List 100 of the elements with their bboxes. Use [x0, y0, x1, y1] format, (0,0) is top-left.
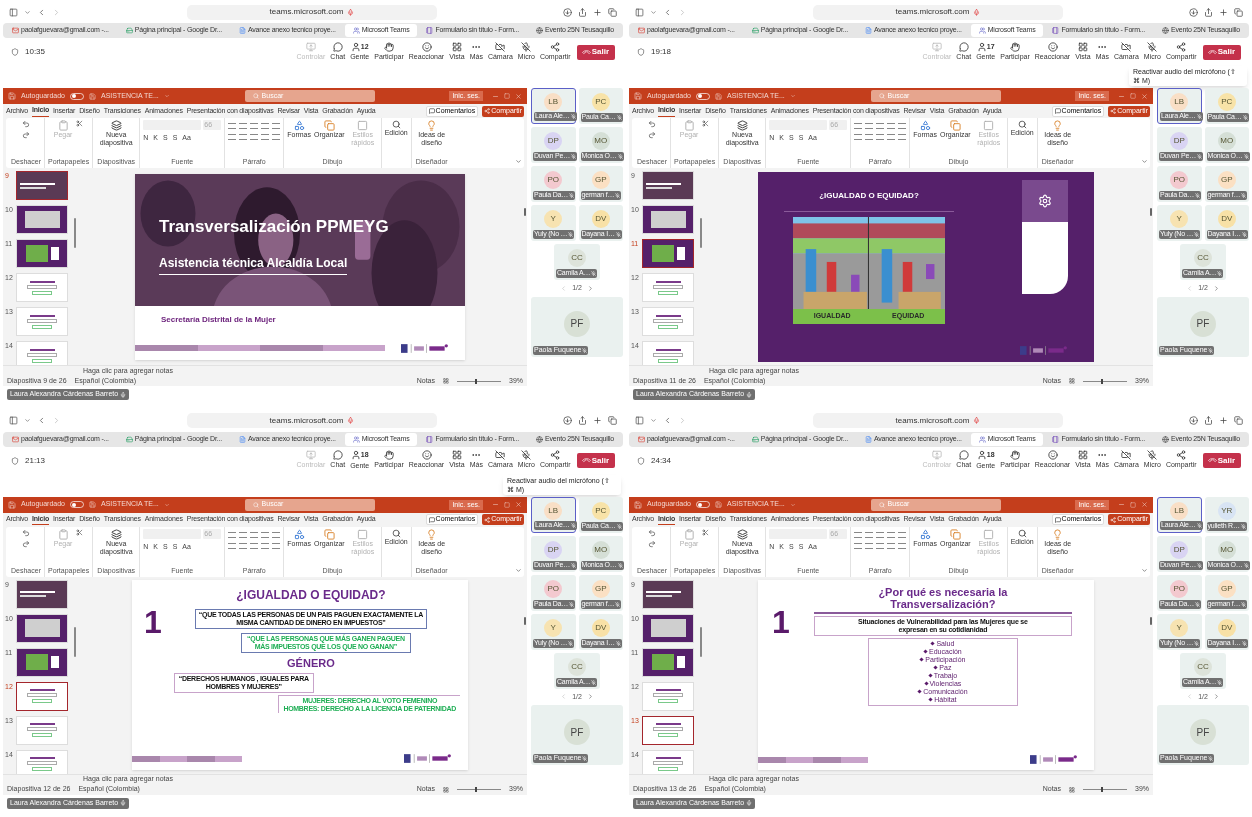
avatar: DV: [591, 618, 610, 637]
chevron-down-icon[interactable]: [24, 417, 31, 424]
leave-button[interactable]: Salir: [576, 453, 615, 468]
download-icon[interactable]: [563, 7, 572, 17]
share-icon[interactable]: [1204, 416, 1213, 425]
zoom-slider-thumb[interactable]: [1100, 378, 1103, 384]
redo-icon[interactable]: [648, 131, 656, 139]
normal-view-icon[interactable]: [1069, 786, 1075, 793]
microphone-icon: [347, 417, 355, 424]
scrollbar-thumb[interactable]: [700, 218, 702, 248]
back-icon[interactable]: [663, 7, 672, 17]
sidebar-icon[interactable]: [9, 416, 18, 425]
slide-thumbnail[interactable]: [16, 681, 68, 711]
scrollbar-thumb[interactable]: [700, 626, 702, 657]
close-icon[interactable]: [1141, 92, 1148, 100]
back-icon[interactable]: [37, 416, 46, 425]
collapse-icon[interactable]: [515, 566, 522, 574]
normal-view-icon[interactable]: [443, 378, 449, 384]
undo-icon[interactable]: [22, 120, 30, 128]
clipboard-icon: [683, 528, 695, 540]
mic-off-icon: [1196, 154, 1202, 159]
chevron-down-icon[interactable]: [650, 8, 657, 16]
cut-icon[interactable]: [702, 120, 710, 127]
redo-icon[interactable]: [22, 539, 30, 548]
save-icon[interactable]: [715, 501, 722, 508]
scrollbar-thumb[interactable]: [524, 208, 526, 216]
zoom-slider-thumb[interactable]: [474, 787, 477, 792]
chevron-down-icon[interactable]: [24, 8, 31, 16]
leave-button[interactable]: Salir: [1202, 453, 1241, 468]
redo-icon[interactable]: [22, 131, 30, 139]
undo-icon[interactable]: [648, 528, 656, 537]
download-icon[interactable]: [563, 416, 572, 425]
scrollbar-thumb[interactable]: [1150, 208, 1152, 216]
back-icon[interactable]: [37, 7, 46, 17]
maximize-icon[interactable]: [504, 93, 510, 99]
meeting-time: 10:35: [25, 46, 46, 58]
normal-view-icon[interactable]: [1069, 378, 1075, 384]
save-icon[interactable]: [89, 501, 96, 508]
close-icon[interactable]: [515, 92, 522, 100]
sidebar-icon[interactable]: [9, 7, 18, 17]
back-icon[interactable]: [663, 416, 672, 425]
cut-icon[interactable]: [76, 528, 84, 536]
download-icon[interactable]: [1189, 416, 1198, 425]
scrollbar-thumb[interactable]: [74, 218, 76, 248]
slide-thumbnail[interactable]: [642, 715, 694, 745]
cut-icon[interactable]: [702, 528, 710, 536]
address-field[interactable]: teams.microsoft.com: [813, 4, 1063, 20]
share-icon[interactable]: [578, 7, 587, 17]
collapse-icon[interactable]: [1141, 158, 1148, 165]
address-field[interactable]: teams.microsoft.com: [187, 4, 437, 20]
share-icon[interactable]: [1204, 7, 1213, 17]
scrollbar-thumb[interactable]: [74, 626, 76, 657]
tabs-overview-icon[interactable]: [1234, 416, 1243, 425]
scrollbar-thumb[interactable]: [1150, 616, 1152, 625]
next-page-icon[interactable]: [586, 284, 594, 292]
slide-thumbnail[interactable]: [642, 239, 694, 268]
tabs-overview-icon[interactable]: [608, 7, 617, 17]
address-field[interactable]: teams.microsoft.com: [187, 413, 437, 428]
leave-button[interactable]: Salir: [576, 44, 615, 60]
save-icon[interactable]: [715, 92, 722, 100]
next-page-icon[interactable]: [586, 693, 594, 701]
next-page-icon[interactable]: [1212, 693, 1220, 701]
normal-view-icon[interactable]: [443, 786, 449, 793]
teams-icon: [978, 27, 986, 34]
mic-off-icon: [521, 41, 532, 52]
next-page-icon[interactable]: [1212, 284, 1220, 292]
redo-icon[interactable]: [648, 539, 656, 548]
sidebar-icon[interactable]: [635, 416, 644, 425]
avatar: GP: [591, 579, 610, 598]
download-icon[interactable]: [1189, 7, 1198, 17]
undo-icon[interactable]: [22, 528, 30, 537]
new-tab-icon[interactable]: [1219, 7, 1228, 17]
new-tab-icon[interactable]: [1219, 416, 1228, 425]
share-icon: [550, 41, 561, 52]
chevron-down-icon[interactable]: [650, 417, 657, 424]
undo-icon[interactable]: [648, 120, 656, 128]
person-icon: [350, 450, 361, 461]
maximize-icon[interactable]: [1130, 93, 1136, 99]
tabs-overview-icon[interactable]: [1234, 7, 1243, 17]
minimize-icon[interactable]: [1118, 501, 1125, 508]
arrange-icon: [949, 528, 961, 540]
minimize-icon[interactable]: [492, 501, 499, 508]
slide-thumbnail[interactable]: [16, 171, 68, 200]
share-icon[interactable]: [578, 416, 587, 425]
tabs-overview-icon[interactable]: [608, 416, 617, 425]
zoom-slider-thumb[interactable]: [474, 378, 477, 384]
new-tab-icon[interactable]: [593, 416, 602, 425]
cut-icon[interactable]: [76, 120, 84, 127]
zoom-slider-thumb[interactable]: [1100, 787, 1103, 792]
scrollbar-thumb[interactable]: [524, 616, 526, 625]
close-icon[interactable]: [515, 501, 522, 508]
leave-button[interactable]: Salir: [1202, 44, 1241, 60]
sidebar-icon[interactable]: [635, 7, 644, 17]
collapse-icon[interactable]: [515, 158, 522, 165]
avatar: MO: [1217, 540, 1236, 559]
save-icon[interactable]: [89, 92, 96, 100]
close-icon[interactable]: [1141, 501, 1148, 508]
new-tab-icon[interactable]: [593, 7, 602, 17]
address-field[interactable]: teams.microsoft.com: [813, 413, 1063, 428]
collapse-icon[interactable]: [1141, 566, 1148, 574]
